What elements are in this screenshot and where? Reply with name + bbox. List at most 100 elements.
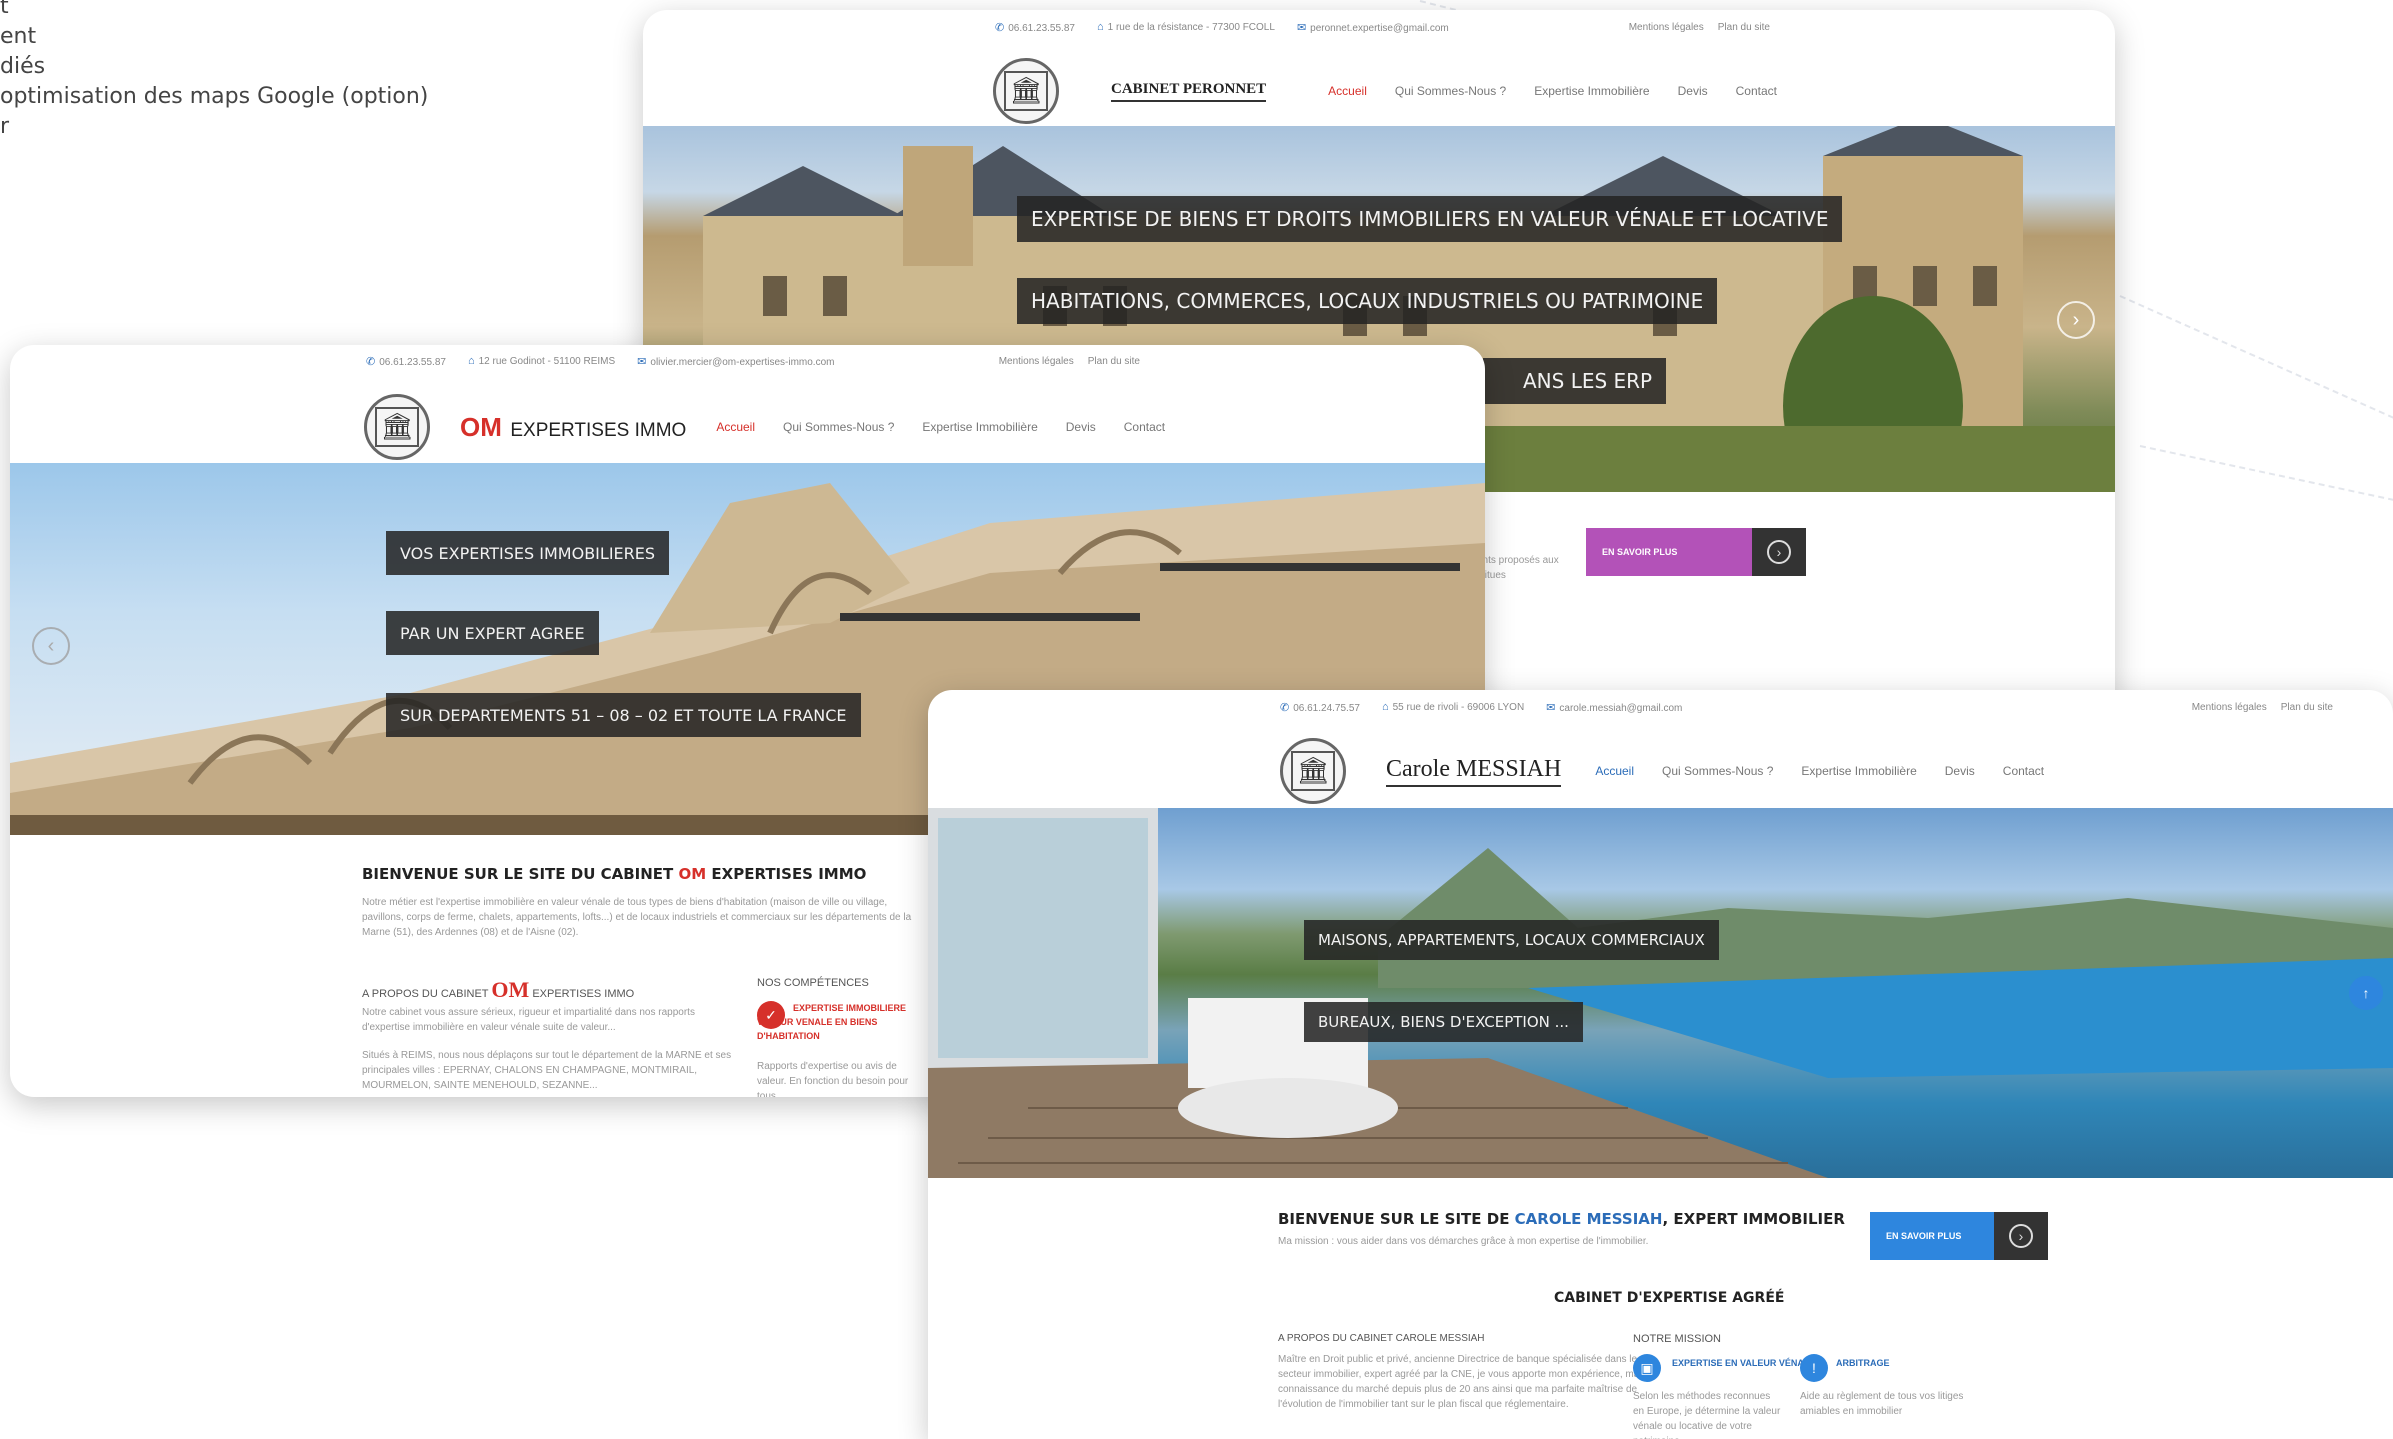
- building-icon: 🏛: [1004, 71, 1048, 111]
- about-text: Maître en Droit public et privé, ancienn…: [1278, 1354, 1640, 1410]
- more-info-label: EN SAVOIR PLUS: [1870, 1212, 1994, 1260]
- welcome-title-prefix: BIENVENUE SUR LE SITE DU CABINET: [362, 865, 679, 883]
- hero-caption-2: HABITATIONS, COMMERCES, LOCAUX INDUSTRIE…: [1017, 278, 1718, 324]
- site-brand[interactable]: Carole MESSIAH: [1386, 756, 1562, 787]
- address-info: ⌂ 55 rue de rivoli - 69006 LYON: [1382, 701, 1524, 713]
- nav-accueil[interactable]: Accueil: [716, 420, 755, 434]
- nav-expertise[interactable]: Expertise Immobilière: [1534, 84, 1649, 98]
- section-title: CABINET D'EXPERTISE AGRÉÉ: [1554, 1290, 1785, 1306]
- welcome-title-name: CAROLE MESSIAH: [1514, 1210, 1663, 1228]
- legal-link[interactable]: Mentions légales: [2192, 702, 2267, 713]
- cabinet-logo[interactable]: 🏛: [993, 58, 1059, 124]
- hero-caption-3: SUR DEPARTEMENTS 51 – 08 – 02 ET TOUTE L…: [386, 693, 861, 737]
- nav-expertise[interactable]: Expertise Immobilière: [922, 420, 1037, 434]
- feature-list-item: t: [0, 0, 9, 19]
- more-info-label: EN SAVOIR PLUS: [1586, 528, 1752, 576]
- top-bar: ✆ 06.61.23.55.87 ⌂ 12 rue Godinot - 51100 …: [10, 345, 1485, 377]
- brand-om: OM: [460, 411, 502, 442]
- nav-devis[interactable]: Devis: [1945, 764, 1975, 778]
- mail-icon: ✉: [637, 355, 647, 368]
- site-header: 🏛 Carole MESSIAH Accueil Qui Sommes-Nous…: [928, 728, 2393, 814]
- feature-list: t ent diés optimisation des maps Google …: [0, 0, 428, 142]
- screenshot-carole-messiah: ✆ 06.61.24.75.57 ⌂ 55 rue de rivoli - 6900…: [928, 690, 2393, 1439]
- home-icon: ⌂: [1096, 21, 1104, 33]
- legal-link[interactable]: Mentions légales: [999, 356, 1074, 367]
- hero-caption-1: EXPERTISE DE BIENS ET DROITS IMMOBILIERS…: [1017, 196, 1843, 242]
- hero-caption-1: VOS EXPERTISES IMMOBILIERES: [386, 531, 670, 575]
- nav-contact[interactable]: Contact: [1736, 84, 1777, 98]
- email-info[interactable]: ✉ peronnet.expertise@gmail.com: [1297, 21, 1449, 34]
- email-text: peronnet.expertise@gmail.com: [1310, 22, 1449, 34]
- mission-2-label[interactable]: ARBITRAGE: [1836, 1356, 1890, 1370]
- nav-expertise[interactable]: Expertise Immobilière: [1801, 764, 1916, 778]
- home-icon: ⌂: [1381, 701, 1389, 713]
- arbitrage-badge-icon: !: [1800, 1354, 1828, 1382]
- arrow-circle-icon: ›: [1752, 528, 1806, 576]
- scroll-top-button[interactable]: ↑: [2349, 976, 2383, 1010]
- slider-prev-button[interactable]: ‹: [32, 627, 70, 665]
- nav-qui-sommes-nous[interactable]: Qui Sommes-Nous ?: [1395, 84, 1506, 98]
- welcome-title-prefix: BIENVENUE SUR LE SITE DE: [1278, 1210, 1515, 1228]
- home-icon: ⌂: [467, 355, 475, 367]
- nav-accueil[interactable]: Accueil: [1328, 84, 1367, 98]
- phone-info[interactable]: ✆ 06.61.23.55.87: [366, 355, 446, 368]
- nav-qui-sommes-nous[interactable]: Qui Sommes-Nous ?: [1662, 764, 1773, 778]
- hero-caption-2: PAR UN EXPERT AGREE: [386, 611, 599, 655]
- mission-1-label[interactable]: EXPERTISE EN VALEUR VÉNALE: [1672, 1356, 1815, 1370]
- welcome-text: Ma mission : vous aider dans vos démarch…: [1278, 1236, 1649, 1247]
- about-title-suffix: EXPERTISES IMMO: [529, 988, 635, 1000]
- sitemap-link[interactable]: Plan du site: [1088, 356, 1140, 367]
- building-icon: 🏛: [1291, 751, 1335, 791]
- sitemap-link[interactable]: Plan du site: [1718, 22, 1770, 33]
- more-info-button[interactable]: EN SAVOIR PLUS ›: [1870, 1212, 2048, 1260]
- site-header: 🏛 OM EXPERTISES IMMO Accueil Qui Sommes-…: [10, 379, 1485, 475]
- phone-number: 06.61.23.55.87: [1008, 22, 1075, 34]
- nav-contact[interactable]: Contact: [1124, 420, 1165, 434]
- about-title: A PROPOS DU CABINET CAROLE MESSIAH: [1278, 1333, 1485, 1344]
- main-nav: Accueil Qui Sommes-Nous ? Expertise Immo…: [1328, 84, 1777, 98]
- welcome-title-om: OM: [678, 865, 707, 883]
- brand-name: EXPERTISES IMMO: [510, 419, 687, 441]
- address-text: 1 rue de la résistance - 77300 FCOLL: [1107, 22, 1275, 33]
- address-text: 12 rue Godinot - 51100 REIMS: [478, 356, 616, 367]
- nav-devis[interactable]: Devis: [1066, 420, 1096, 434]
- address-text: 55 rue de rivoli - 69006 LYON: [1392, 702, 1525, 713]
- email-info[interactable]: ✉ carole.messiah@gmail.com: [1546, 701, 1682, 714]
- competences-title: NOS COMPÉTENCES: [757, 977, 869, 989]
- email-info[interactable]: ✉ olivier.mercier@om-expertises-immo.com: [637, 355, 834, 368]
- mail-icon: ✉: [1546, 701, 1556, 714]
- nav-devis[interactable]: Devis: [1678, 84, 1708, 98]
- mission-2-text: Aide au règlement de tous vos litiges am…: [1800, 1391, 1964, 1417]
- mail-icon: ✉: [1296, 21, 1307, 34]
- legal-link[interactable]: Mentions légales: [1629, 22, 1704, 33]
- feature-list-item: ent: [0, 24, 37, 49]
- decorative-line: [2139, 445, 2393, 506]
- email-text: olivier.mercier@om-expertises-immo.com: [650, 356, 835, 368]
- more-info-button[interactable]: EN SAVOIR PLUS ›: [1586, 528, 1806, 576]
- mission-title: NOTRE MISSION: [1633, 1333, 1722, 1345]
- hero-caption-3: ANS LES ERP: [1483, 358, 1667, 404]
- hero-caption-1: MAISONS, APPARTEMENTS, LOCAUX COMMERCIAU…: [1304, 920, 1719, 960]
- main-nav: Accueil Qui Sommes-Nous ? Expertise Immo…: [716, 420, 1165, 434]
- nav-contact[interactable]: Contact: [2003, 764, 2044, 778]
- nav-qui-sommes-nous[interactable]: Qui Sommes-Nous ?: [783, 420, 894, 434]
- slider-next-button[interactable]: ›: [2057, 301, 2095, 339]
- phone-info[interactable]: ✆ 06.61.24.75.57: [1280, 701, 1360, 714]
- phone-info[interactable]: ✆ 06.61.23.55.87: [995, 21, 1075, 34]
- welcome-title-suffix: , EXPERT IMMOBILIER: [1662, 1210, 1845, 1228]
- sitemap-link[interactable]: Plan du site: [2281, 702, 2333, 713]
- site-brand[interactable]: OM EXPERTISES IMMO: [460, 412, 686, 443]
- hero-caption-2: BUREAUX, BIENS D'EXCEPTION ...: [1304, 1002, 1583, 1042]
- about-text-2: Situés à REIMS, nous nous déplaçons sur …: [362, 1050, 732, 1091]
- decorative-line: [2119, 295, 2393, 432]
- competence-text: Rapports d'expertise ou avis de valeur. …: [757, 1061, 909, 1097]
- phone-number: 06.61.23.55.87: [379, 356, 446, 368]
- about-text-1: Notre cabinet vous assure sérieux, rigue…: [362, 1007, 695, 1033]
- email-text: carole.messiah@gmail.com: [1559, 702, 1683, 714]
- site-brand[interactable]: CABINET PERONNET: [1111, 81, 1267, 102]
- cabinet-logo[interactable]: 🏛: [364, 394, 430, 460]
- cabinet-logo[interactable]: 🏛: [1280, 738, 1346, 804]
- welcome-text: Notre métier est l'expertise immobilière…: [362, 897, 912, 938]
- competence-label[interactable]: EXPERTISE IMMOBILIERE VALEUR VENALE EN B…: [757, 1001, 922, 1043]
- nav-accueil[interactable]: Accueil: [1595, 764, 1634, 778]
